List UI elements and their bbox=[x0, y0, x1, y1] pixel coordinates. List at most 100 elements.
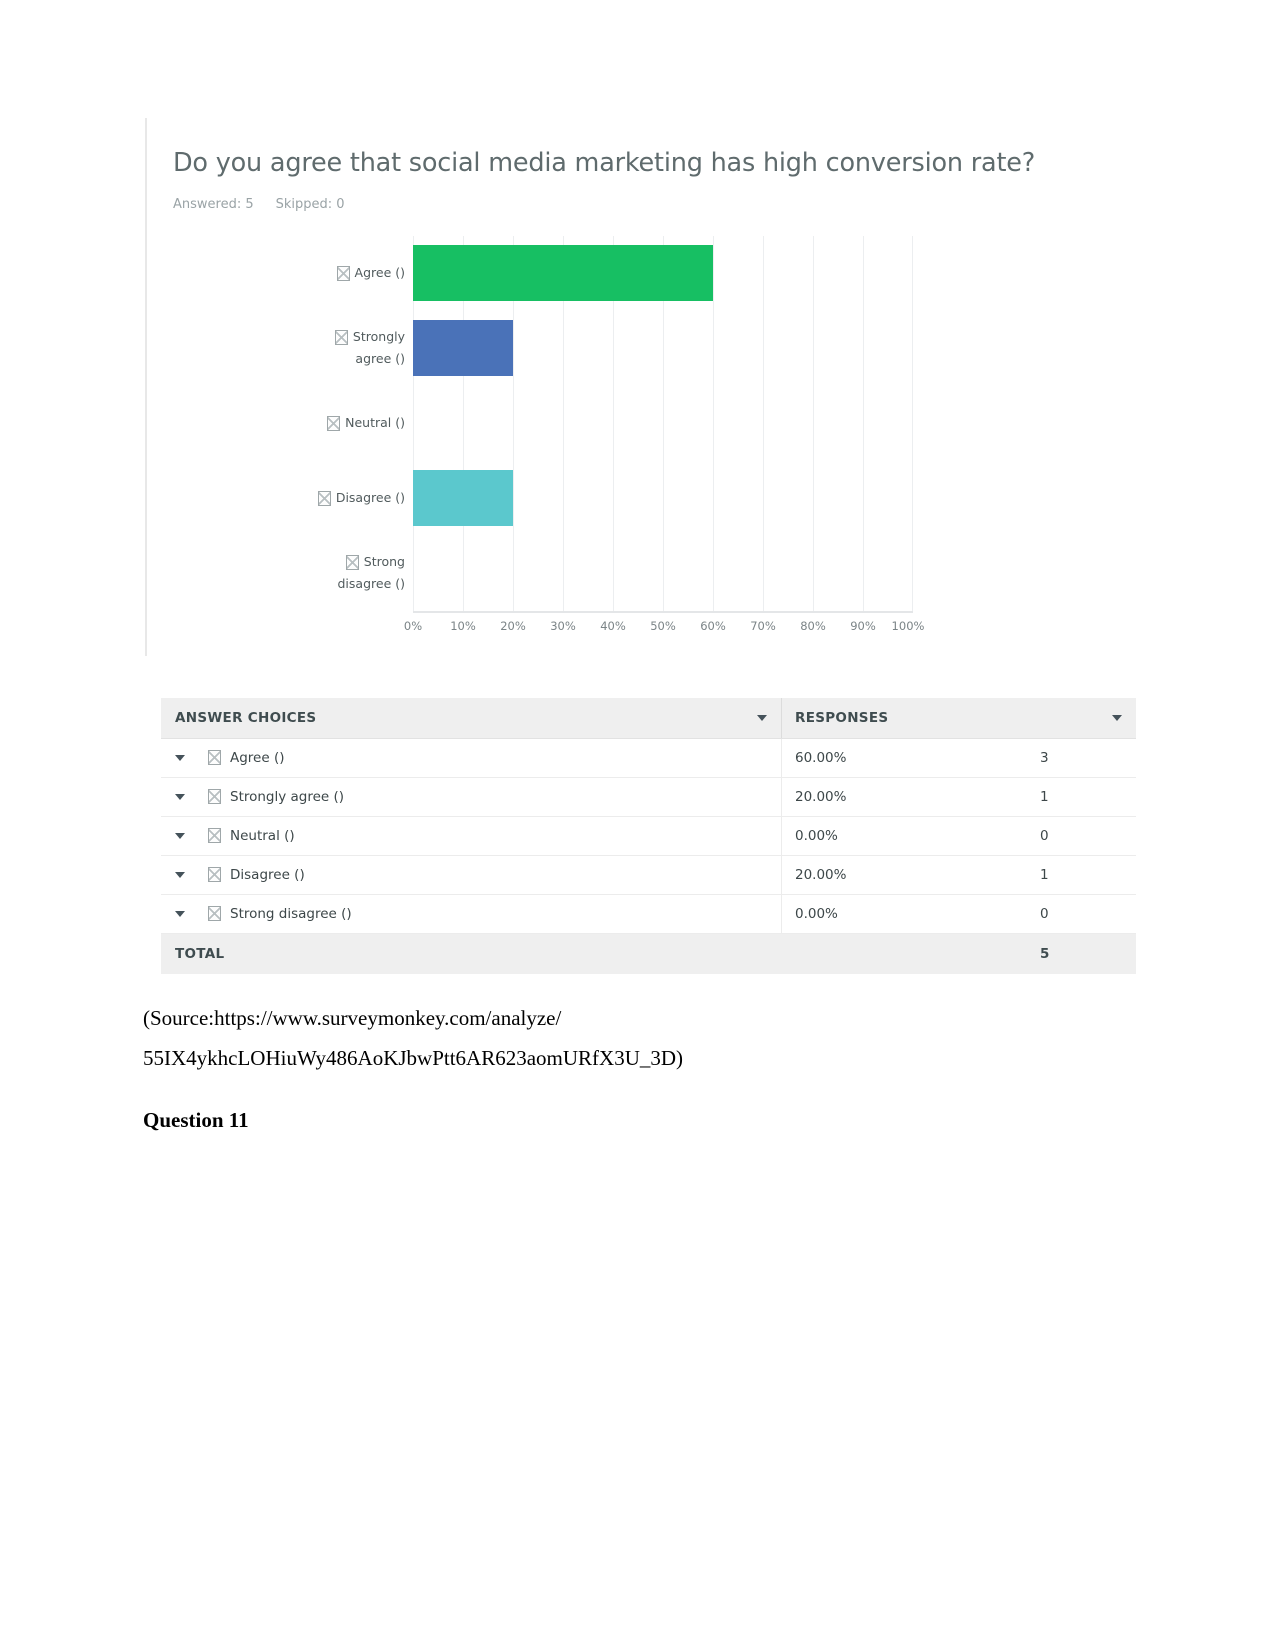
chevron-down-icon[interactable] bbox=[175, 832, 185, 839]
table-header: ANSWER CHOICES RESPONSES bbox=[161, 697, 1136, 739]
table-footer: TOTAL 5 bbox=[161, 932, 1136, 974]
x-tick-50: 50% bbox=[650, 618, 676, 633]
skipped-count: Skipped: 0 bbox=[275, 196, 345, 212]
table-total-row: TOTAL 5 bbox=[161, 932, 1136, 974]
cell-percent: 20.00% bbox=[781, 777, 1026, 817]
chart-label-text-line2: disagree () bbox=[337, 575, 406, 591]
surveymonkey-screenshot: Do you agree that social media marketing… bbox=[145, 118, 1136, 974]
answer-choice-label: Agree () bbox=[230, 749, 285, 766]
table-row[interactable]: Disagree () 20.00% 1 bbox=[161, 855, 1136, 895]
broken-image-icon bbox=[208, 867, 221, 883]
page-title: Do you agree that social media marketing… bbox=[173, 148, 1036, 178]
total-value: 5 bbox=[1026, 932, 1136, 974]
answer-choice-label: Disagree () bbox=[230, 866, 305, 883]
x-tick-100: 100% bbox=[891, 618, 925, 633]
column-header-answer-choices[interactable]: ANSWER CHOICES bbox=[161, 697, 781, 739]
source-citation-line-1: (Source:https://www.surveymonkey.com/ana… bbox=[143, 1006, 562, 1030]
chart-label-text: Strongly bbox=[352, 328, 405, 344]
chevron-down-icon[interactable] bbox=[1112, 714, 1122, 721]
column-header-answer-choices-label: ANSWER CHOICES bbox=[175, 709, 317, 726]
survey-chart-card: Do you agree that social media marketing… bbox=[145, 118, 1135, 656]
column-header-responses-label: RESPONSES bbox=[795, 709, 889, 726]
total-label: TOTAL bbox=[161, 932, 781, 974]
x-tick-20: 20% bbox=[500, 618, 526, 633]
chart-row-strongly-agree: Strongly agree () bbox=[173, 311, 913, 386]
cell-percent: 60.00% bbox=[781, 738, 1026, 778]
question-heading: Question 11 bbox=[143, 1108, 249, 1132]
table-row[interactable]: Strong disagree () 0.00% 0 bbox=[161, 894, 1136, 934]
responses-table: ANSWER CHOICES RESPONSES Agree () 60.00%… bbox=[161, 697, 1136, 974]
chart-label-text: Strong bbox=[363, 553, 405, 569]
chart-row-disagree: Disagree () bbox=[173, 461, 913, 536]
bar-strongly-agree bbox=[413, 320, 513, 377]
chevron-down-icon[interactable] bbox=[175, 793, 185, 800]
cell-count: 3 bbox=[1026, 738, 1136, 778]
bar-agree bbox=[413, 245, 713, 302]
x-tick-90: 90% bbox=[850, 618, 876, 633]
chart-x-axis: 0% 10% 20% 30% 40% 50% 60% 70% 80% 90% 1… bbox=[404, 618, 925, 639]
cell-answer-choice: Strongly agree () bbox=[161, 777, 781, 817]
broken-image-icon bbox=[208, 750, 221, 766]
chevron-down-icon[interactable] bbox=[175, 871, 185, 878]
broken-image-icon bbox=[208, 906, 221, 922]
table-row[interactable]: Neutral () 0.00% 0 bbox=[161, 816, 1136, 856]
answered-count: Answered: 5 bbox=[173, 196, 254, 212]
answer-choice-label: Strongly agree () bbox=[230, 788, 345, 805]
table-row[interactable]: Strongly agree () 20.00% 1 bbox=[161, 777, 1136, 817]
chart-track bbox=[413, 311, 913, 386]
x-tick-60: 60% bbox=[700, 618, 726, 633]
chart-label-neutral: Neutral () bbox=[173, 415, 413, 432]
broken-image-icon bbox=[208, 789, 221, 805]
table-body: Agree () 60.00% 3 Strongly agree () 20.0… bbox=[161, 738, 1136, 934]
bar-chart: Agree () Strongly agree () Neutral () Di… bbox=[173, 235, 925, 656]
cell-percent: 0.00% bbox=[781, 816, 1026, 856]
chart-label-text: Disagree () bbox=[335, 489, 405, 505]
cell-count: 1 bbox=[1026, 855, 1136, 895]
cell-percent: 0.00% bbox=[781, 894, 1026, 934]
x-tick-10: 10% bbox=[450, 618, 476, 633]
chevron-down-icon[interactable] bbox=[175, 910, 185, 917]
chart-label-agree: Agree () bbox=[173, 265, 413, 282]
cell-count: 1 bbox=[1026, 777, 1136, 817]
chart-track bbox=[413, 236, 913, 311]
table-header-row: ANSWER CHOICES RESPONSES bbox=[161, 697, 1136, 739]
cell-percent: 20.00% bbox=[781, 855, 1026, 895]
chevron-down-icon[interactable] bbox=[757, 714, 767, 721]
cell-answer-choice: Strong disagree () bbox=[161, 894, 781, 934]
survey-meta: Answered: 5 Skipped: 0 bbox=[173, 197, 1135, 212]
broken-image-icon bbox=[336, 265, 350, 281]
cell-answer-choice: Neutral () bbox=[161, 816, 781, 856]
chevron-down-icon[interactable] bbox=[175, 754, 185, 761]
bar-disagree bbox=[413, 470, 513, 527]
broken-image-icon bbox=[208, 828, 221, 844]
chart-row-strong-disagree: Strong disagree () bbox=[173, 536, 913, 611]
source-citation-line-2: 55IX4ykhcLOHiuWy486AoKJbwPtt6AR623aomURf… bbox=[143, 1046, 684, 1070]
chart-bar-rows: Agree () Strongly agree () Neutral () Di… bbox=[173, 236, 913, 611]
column-header-responses-count[interactable] bbox=[1026, 697, 1136, 739]
chart-track bbox=[413, 461, 913, 536]
chart-label-text: Agree () bbox=[354, 264, 405, 280]
broken-image-icon bbox=[345, 554, 359, 570]
chart-row-agree: Agree () bbox=[173, 236, 913, 311]
answer-choice-label: Strong disagree () bbox=[230, 905, 352, 922]
table-row[interactable]: Agree () 60.00% 3 bbox=[161, 738, 1136, 778]
x-tick-70: 70% bbox=[750, 618, 776, 633]
x-tick-40: 40% bbox=[600, 618, 626, 633]
chart-baseline bbox=[413, 610, 913, 613]
chart-label-text: Neutral () bbox=[345, 414, 405, 430]
cell-answer-choice: Disagree () bbox=[161, 855, 781, 895]
chart-track bbox=[413, 386, 913, 461]
chart-label-strong-disagree: Strong disagree () bbox=[173, 554, 413, 593]
broken-image-icon bbox=[327, 415, 341, 431]
answer-choice-label: Neutral () bbox=[230, 827, 295, 844]
chart-row-neutral: Neutral () bbox=[173, 386, 913, 461]
chart-label-text-line2: agree () bbox=[355, 350, 405, 366]
column-header-responses[interactable]: RESPONSES bbox=[781, 697, 1026, 739]
x-tick-80: 80% bbox=[800, 618, 826, 633]
broken-image-icon bbox=[334, 329, 348, 345]
chart-label-disagree: Disagree () bbox=[173, 490, 413, 507]
cell-count: 0 bbox=[1026, 894, 1136, 934]
chart-track bbox=[413, 536, 913, 611]
chart-label-strongly-agree: Strongly agree () bbox=[173, 329, 413, 368]
x-tick-0: 0% bbox=[403, 618, 423, 633]
